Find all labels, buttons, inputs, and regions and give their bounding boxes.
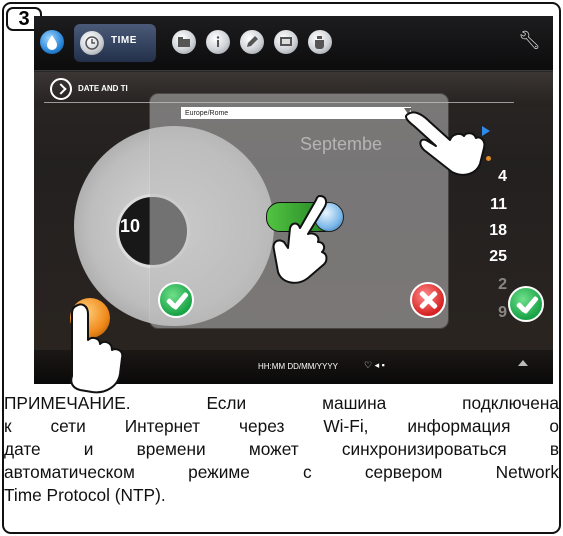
time-tab-label: TIME [111,35,137,46]
caption-line: автоматическом режиме с сервером Network [4,462,559,482]
clock-icon [80,31,104,55]
note-caption: ПРИМЕЧАНИЕ. Если машина подключена к сет… [4,392,559,507]
calendar-day[interactable]: 2 [477,276,507,294]
pointing-hand-icon [272,195,328,284]
caption-line: Time Protocol (NTP). [4,485,166,505]
calendar-day[interactable]: 18 [477,222,507,240]
cup-icon[interactable] [308,30,332,54]
pointing-hand-icon [405,111,486,176]
water-drop-icon[interactable] [40,30,64,54]
back-arrow-icon[interactable] [50,78,72,100]
calendar-day[interactable]: 9 [477,304,507,322]
caption-line: ПРИМЕЧАНИЕ. Если машина подключена [4,393,559,413]
monitor-icon[interactable] [274,30,298,54]
caption-line: дате и времени может синхронизироваться … [4,439,559,459]
dial-value: 10 [120,216,141,236]
dialog-ok-button[interactable] [158,282,194,318]
folder-icon[interactable] [172,30,196,54]
dialog-cancel-button[interactable] [410,282,446,318]
status-icons: ♡ ◂ ▪ [364,360,385,370]
pointing-hand-icon [70,303,124,394]
expand-caret-icon[interactable] [518,360,528,366]
info-icon[interactable] [206,30,230,54]
calendar-day[interactable]: 25 [477,248,507,266]
month-label: Septembe [300,134,383,154]
screen-title: DATE AND TI [78,84,128,93]
wrench-icon[interactable]: 🔧︎ [518,30,541,51]
pencil-icon[interactable] [240,30,264,54]
date-time-format: HH:MM DD/MM/YYYY [258,362,338,371]
confirm-date-button[interactable] [508,286,544,322]
time-tab[interactable]: TIME [74,24,156,62]
caption-line: к сети Интернет через Wi-Fi, информация … [4,416,559,436]
calendar-day[interactable]: 11 [477,196,507,214]
timezone-select[interactable]: Europe/Rome [180,106,412,120]
top-toolbar: TIME 🔧︎ [34,16,553,71]
